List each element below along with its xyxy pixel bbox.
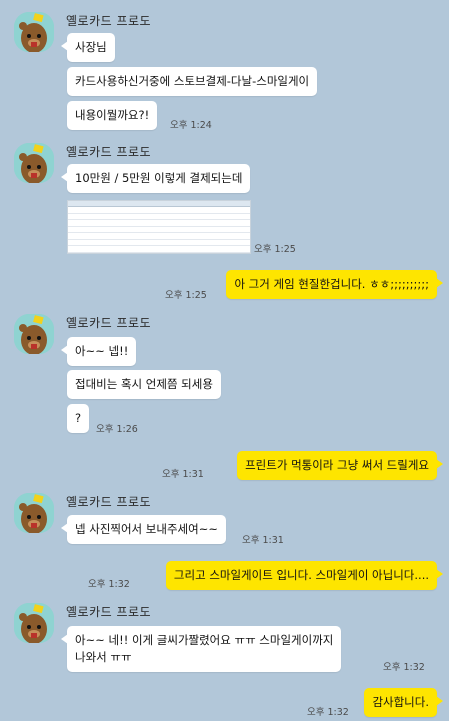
bear-avatar-icon — [14, 493, 54, 533]
sender-avatar[interactable] — [14, 314, 54, 354]
bear-avatar-icon — [14, 143, 54, 183]
sender-avatar[interactable] — [14, 493, 54, 533]
message-text: 아 그거 게임 현질한겁니다. ㅎㅎ;;;;;;;;;; — [234, 277, 429, 291]
message-bubble[interactable]: 내용이뭘까요?! — [67, 101, 158, 130]
message-text: 카드사용하신거중에 스토브결제-다날-스마일게이 — [75, 74, 310, 88]
sender-avatar[interactable] — [14, 143, 54, 183]
bear-avatar-icon — [14, 12, 54, 52]
message-bubble[interactable]: 아~~ 넵!! — [60, 337, 137, 366]
sender-name: 옐로카드 프로도 — [66, 14, 152, 28]
message-time: 오후 1:32 — [307, 707, 349, 718]
message-time: 오후 1:24 — [170, 120, 212, 131]
message-text: 프린트가 먹통이라 그냥 써서 드릴게요 — [245, 458, 429, 472]
sender-avatar[interactable] — [14, 12, 54, 52]
message-text: 내용이뭘까요?! — [75, 108, 150, 122]
message-time: 오후 1:25 — [165, 290, 207, 301]
message-text: 사장님 — [75, 40, 107, 54]
message-time: 오후 1:32 — [383, 662, 425, 673]
sender-name: 옐로카드 프로도 — [66, 316, 152, 330]
sender-name: 옐로카드 프로도 — [66, 605, 152, 619]
message-text: 나와서 ㅠㅠ — [75, 650, 132, 664]
message-bubble[interactable]: 접대비는 혹시 언제쯤 되세용 — [67, 370, 221, 399]
sender-name: 옐로카드 프로도 — [66, 495, 152, 509]
message-time: 오후 1:31 — [242, 535, 284, 546]
message-text: 10만원 / 5만원 이렇게 결제되는데 — [75, 171, 243, 185]
message-text: 감사합니다. — [372, 695, 429, 709]
image-attachment[interactable] — [67, 200, 251, 254]
message-text: 아~~ 넵!! — [75, 344, 129, 358]
message-time: 오후 1:25 — [254, 244, 296, 255]
message-bubble[interactable]: 넵 사진찍어서 보내주세여~~ — [61, 515, 226, 544]
sender-avatar[interactable] — [14, 603, 54, 643]
message-bubble[interactable]: 10만원 / 5만원 이렇게 결제되는데 — [60, 164, 251, 193]
message-text: ? — [75, 411, 82, 425]
message-bubble[interactable]: 아 그거 게임 현질한겁니다. ㅎㅎ;;;;;;;;;; — [226, 270, 443, 299]
message-bubble[interactable]: ? — [67, 404, 90, 433]
message-text: 아~~ 네!! 이게 글씨가짤렸어요 ㅠㅠ 스마일게이까지 — [75, 633, 334, 647]
message-time: 오후 1:26 — [96, 424, 138, 435]
message-text: 접대비는 혹시 언제쯤 되세용 — [75, 377, 213, 391]
message-bubble[interactable]: 감사합니다. — [364, 688, 443, 717]
message-bubble[interactable]: 그리고 스마일게이트 입니다. 스마일게이 아닙니다.... — [165, 561, 444, 590]
message-bubble[interactable]: 아~~ 네!! 이게 글씨가짤렸어요 ㅠㅠ 스마일게이까지 나와서 ㅠㅠ — [60, 626, 342, 672]
message-text: 그리고 스마일게이트 입니다. 스마일게이 아닙니다.... — [173, 568, 429, 582]
message-text: 넵 사진찍어서 보내주세여~~ — [75, 522, 218, 536]
message-bubble[interactable]: 사장님 — [61, 33, 115, 62]
bear-avatar-icon — [14, 314, 54, 354]
message-bubble[interactable]: 카드사용하신거중에 스토브결제-다날-스마일게이 — [67, 67, 318, 96]
message-bubble[interactable]: 프린트가 먹통이라 그냥 써서 드릴게요 — [237, 451, 443, 480]
message-time: 오후 1:31 — [162, 469, 204, 480]
sender-name: 옐로카드 프로도 — [66, 145, 152, 159]
bear-avatar-icon — [14, 603, 54, 643]
message-time: 오후 1:32 — [88, 579, 130, 590]
